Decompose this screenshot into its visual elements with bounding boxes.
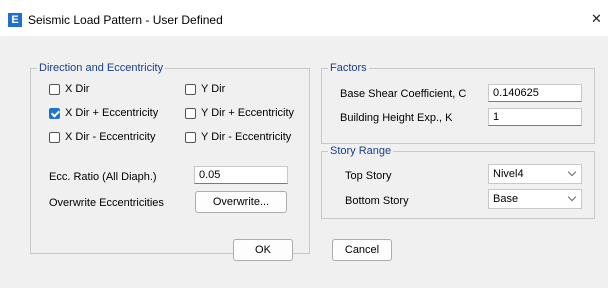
y-dir-minus-ecc-label: Y Dir - Eccentricity (201, 131, 292, 143)
y-dir-minus-ecc-checkbox[interactable] (185, 132, 196, 143)
top-story-value: Nivel4 (493, 168, 524, 180)
bottom-story-value: Base (493, 193, 519, 205)
y-dir-plus-ecc-label: Y Dir + Eccentricity (201, 107, 295, 119)
etabs-app-icon: E (8, 13, 22, 27)
window-title: Seismic Load Pattern - User Defined (28, 13, 223, 27)
x-dir-label: X Dir (65, 83, 90, 95)
y-dir-plus-ecc-checkbox[interactable] (185, 108, 196, 119)
x-dir-plus-ecc-label: X Dir + Eccentricity (65, 107, 159, 119)
base-shear-label: Base Shear Coefficient, C (340, 88, 467, 100)
story-range-title: Story Range (328, 144, 394, 158)
x-dir-checkbox[interactable] (49, 84, 60, 95)
x-dir-minus-ecc-label: X Dir - Eccentricity (65, 131, 156, 143)
factors-title: Factors (328, 61, 369, 75)
cancel-button[interactable]: Cancel (332, 239, 392, 261)
y-dir-checkbox[interactable] (185, 84, 196, 95)
base-shear-input[interactable]: 0.140625 (488, 84, 582, 102)
ok-button[interactable]: OK (233, 239, 293, 261)
bottom-story-label: Bottom Story (345, 195, 409, 207)
y-dir-label: Y Dir (201, 83, 226, 95)
height-exp-input[interactable]: 1 (488, 108, 582, 126)
chevron-down-icon (567, 167, 577, 177)
top-story-label: Top Story (345, 170, 392, 182)
x-dir-plus-ecc-checkbox[interactable] (49, 108, 60, 119)
story-range-group: Story Range Top Story Nivel4 Bottom Stor… (321, 144, 595, 219)
ecc-ratio-input[interactable]: 0.05 (194, 166, 288, 184)
chevron-down-icon (567, 192, 577, 202)
title-bar: E Seismic Load Pattern - User Defined ✕ (0, 0, 608, 36)
close-icon[interactable]: ✕ (591, 12, 602, 26)
overwrite-button[interactable]: Overwrite... (195, 191, 287, 213)
overwrite-eccentricities-label: Overwrite Eccentricities (49, 197, 164, 209)
factors-group: Factors Base Shear Coefficient, C 0.1406… (321, 61, 595, 144)
top-story-dropdown[interactable]: Nivel4 (488, 164, 582, 184)
ecc-ratio-label: Ecc. Ratio (All Diaph.) (49, 171, 157, 183)
dialog-body: Direction and Eccentricity X Dir X Dir +… (0, 36, 608, 288)
x-dir-minus-ecc-checkbox[interactable] (49, 132, 60, 143)
bottom-story-dropdown[interactable]: Base (488, 189, 582, 209)
height-exp-label: Building Height Exp., K (340, 112, 453, 124)
direction-eccentricity-title: Direction and Eccentricity (37, 61, 166, 75)
direction-eccentricity-group: Direction and Eccentricity X Dir X Dir +… (30, 61, 310, 254)
